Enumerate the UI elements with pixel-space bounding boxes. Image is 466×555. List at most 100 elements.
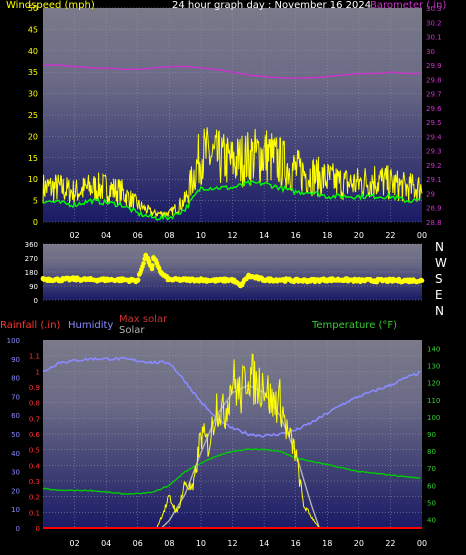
barometer-y-tick: 28.8 [426, 219, 442, 227]
compass-w: W [435, 256, 447, 270]
barometer-y-tick: 30.2 [426, 19, 442, 27]
direction-point [143, 253, 148, 258]
barometer-y-tick: 29 [426, 190, 435, 198]
rain-y-tick: 0.6 [29, 431, 41, 439]
multi-x-tick: 00 [417, 539, 427, 548]
direction-point [238, 283, 243, 289]
barometer-y-tick: 29.4 [426, 133, 442, 141]
wind-x-tick: 12 [227, 231, 237, 240]
rain-y-tick: 0.4 [29, 462, 41, 470]
direction-point [56, 277, 62, 283]
rain-y-tick: 0.9 [29, 384, 40, 392]
direction-point [340, 277, 346, 283]
direction-point [88, 277, 93, 283]
wind-axis-title: Windspeed (mph) [6, 0, 95, 11]
humidity-y-tick: 80 [11, 375, 20, 383]
temperature-y-tick: 100 [427, 414, 440, 422]
wind-y-tick: 25 [28, 111, 38, 120]
direction-point [149, 266, 155, 272]
compass-e: E [435, 288, 443, 302]
wind-x-tick: 02 [69, 231, 79, 240]
wind-x-tick: 08 [164, 231, 174, 240]
direction-point [141, 261, 146, 266]
direction-point [230, 277, 235, 283]
direction-y-tick: 360 [25, 241, 38, 249]
direction-point [167, 277, 172, 283]
barometer-y-tick: 29.7 [426, 91, 442, 99]
humidity-y-tick: 30 [11, 469, 20, 477]
direction-point [403, 278, 409, 283]
multi-x-tick: 06 [133, 539, 143, 548]
humidity-y-tick: 0 [16, 525, 20, 533]
barometer-y-tick: 29.8 [426, 76, 442, 84]
wind-y-tick: 20 [28, 132, 38, 141]
wind-x-tick: 04 [101, 231, 111, 240]
wind-y-tick: 5 [33, 197, 38, 206]
direction-point [72, 276, 77, 282]
wind-x-tick: 20 [354, 231, 364, 240]
direction-point [325, 277, 330, 283]
barometer-y-tick: 29.2 [426, 162, 442, 170]
direction-y-tick: 0 [34, 297, 38, 305]
humidity-y-tick: 10 [11, 506, 20, 514]
direction-point [277, 277, 283, 283]
multi-x-tick: 08 [164, 539, 174, 548]
direction-point [119, 277, 125, 283]
temperature-y-tick: 130 [427, 363, 440, 371]
humidity-y-tick: 90 [11, 356, 20, 364]
wind-x-tick: 14 [259, 231, 269, 240]
temperature-y-tick: 60 [427, 482, 436, 490]
direction-point [419, 278, 425, 283]
barometer-y-tick: 29.3 [426, 148, 442, 156]
temperature-y-tick: 50 [427, 499, 436, 507]
wind-y-tick: 40 [28, 47, 38, 56]
wind-y-tick: 15 [28, 154, 38, 163]
direction-point [198, 277, 204, 283]
humidity-y-tick: 100 [7, 337, 20, 345]
direction-point [372, 278, 377, 283]
barometer-y-tick: 29.9 [426, 62, 442, 70]
solar-legend: Solar [119, 325, 145, 336]
barometer-y-tick: 29.6 [426, 105, 442, 113]
multi-x-tick: 12 [227, 539, 237, 548]
multi-x-tick: 22 [385, 539, 395, 548]
graphs-svg: 0510152025303540455028.828.92929.129.229… [7, 4, 443, 548]
wind-y-tick: 45 [28, 25, 38, 34]
rain-legend: Rainfall (.in) [0, 320, 61, 331]
direction-point [246, 273, 251, 279]
rain-y-tick: 0.5 [29, 447, 40, 455]
wind-y-tick: 30 [28, 90, 38, 99]
multi-x-tick: 14 [259, 539, 269, 548]
wind-x-tick: 10 [196, 231, 206, 240]
multi-x-tick: 20 [354, 539, 364, 548]
direction-point [214, 278, 219, 283]
direction-point [146, 258, 152, 264]
multi-x-tick: 04 [101, 539, 111, 548]
wind-x-tick: 06 [133, 231, 143, 240]
direction-y-tick: 270 [25, 255, 38, 263]
multi-x-tick: 10 [196, 539, 206, 548]
direction-point [182, 277, 188, 283]
rain-y-tick: 0.8 [29, 400, 40, 408]
humidity-y-tick: 20 [11, 487, 20, 495]
direction-point [40, 276, 46, 282]
direction-point [309, 278, 314, 283]
weather-graph-canvas: 0 5 10 15 20 25 30 35 40 45 50 28.8 28.9 29 29.1 29.2 29… [0, 0, 466, 555]
wind-x-tick: 00 [417, 231, 427, 240]
barometer-axis-title: Barometer (.in) [370, 0, 447, 11]
direction-point [356, 278, 362, 283]
compass-n-top: N [435, 240, 444, 254]
graph-title: 24 hour graph day : November 16 2024 [172, 0, 372, 11]
barometer-y-tick: 29.1 [426, 176, 442, 184]
barometer-y-tick: 28.9 [426, 205, 442, 213]
wind-x-tick: 18 [322, 231, 332, 240]
humidity-y-tick: 70 [11, 393, 20, 401]
direction-y-tick: 180 [25, 269, 38, 277]
rain-y-tick: 0.2 [29, 494, 40, 502]
compass-n-bottom: N [435, 304, 444, 318]
rain-y-tick: 0.7 [29, 415, 40, 423]
rain-y-tick: 0 [36, 525, 40, 533]
direction-point [151, 256, 156, 262]
humidity-y-tick: 40 [11, 450, 20, 458]
direction-point [154, 260, 159, 266]
